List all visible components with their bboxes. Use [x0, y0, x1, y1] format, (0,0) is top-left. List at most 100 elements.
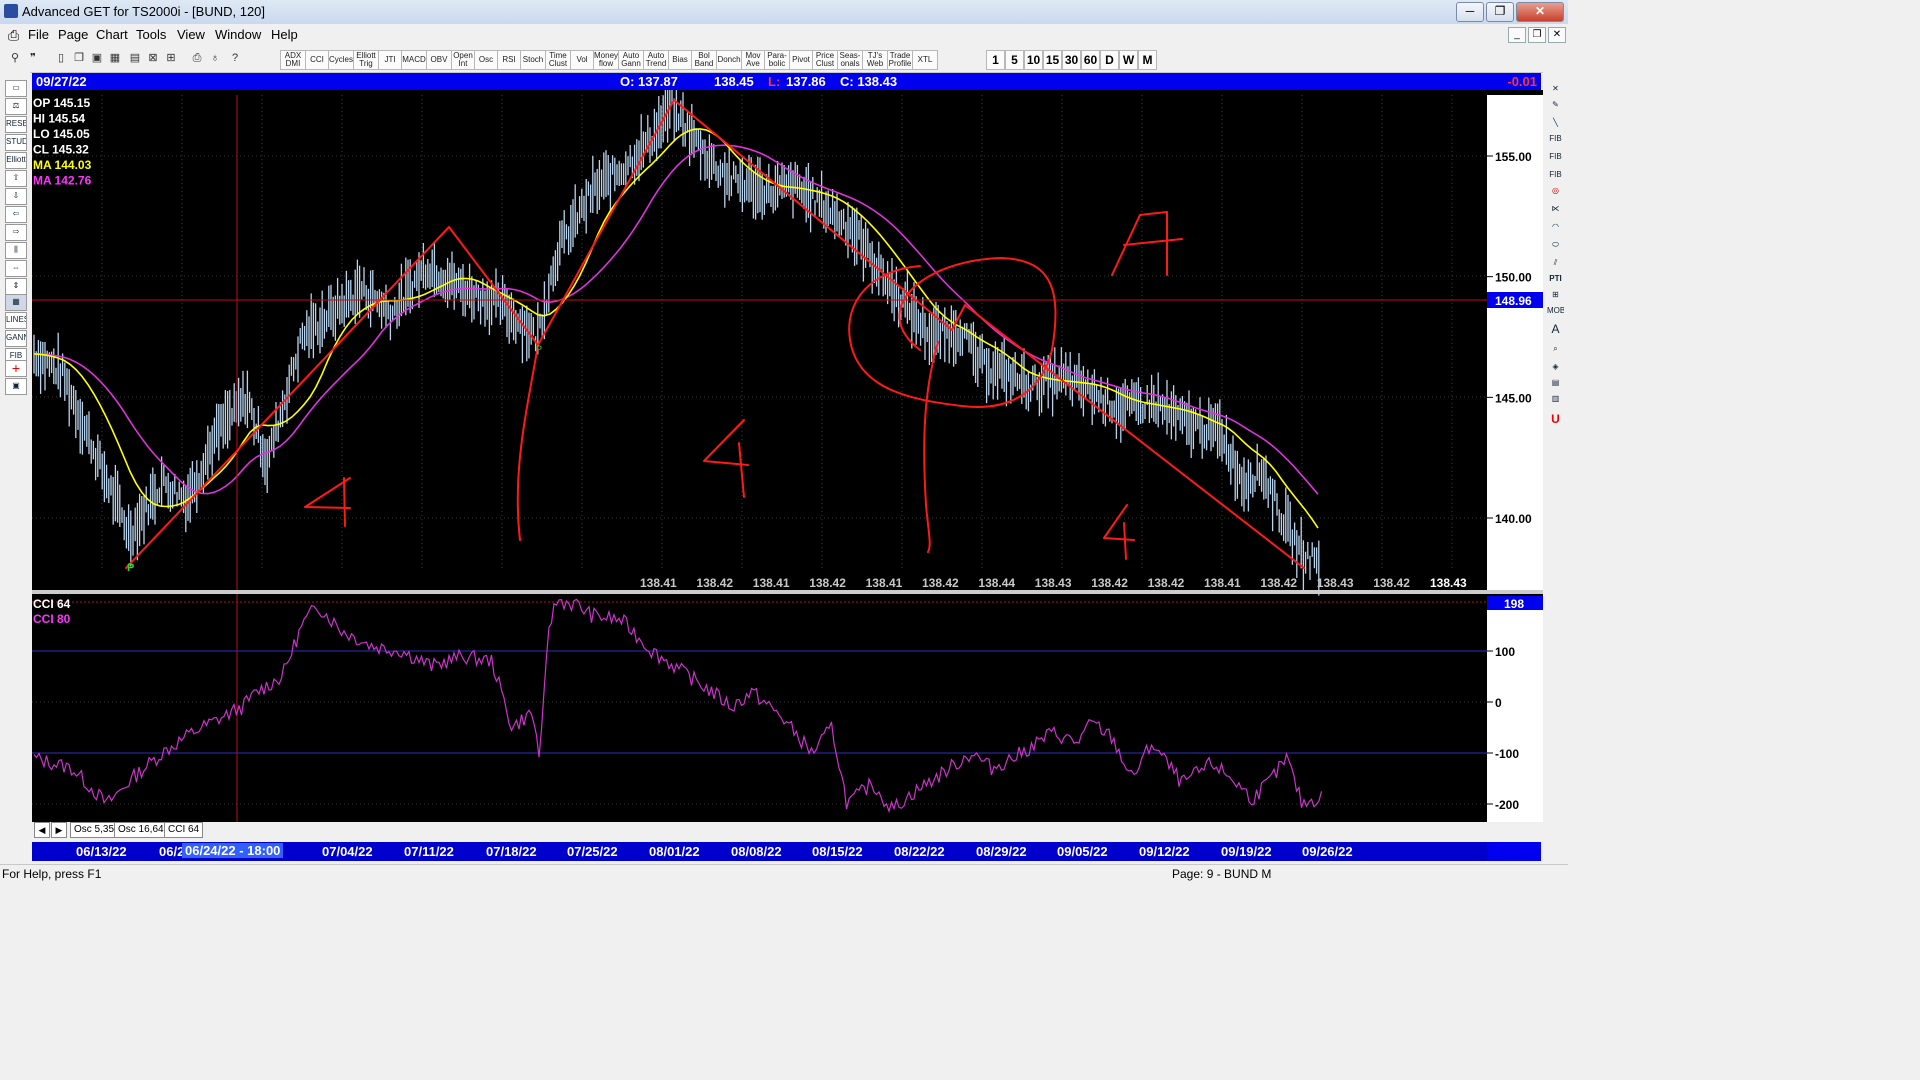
indicator-button-3[interactable]: Elliott Trig — [353, 50, 379, 70]
menu-tools[interactable]: Tools — [136, 27, 166, 42]
tab-osc-5-35[interactable]: Osc 5,35 — [70, 822, 119, 838]
menu-view[interactable]: View — [177, 27, 205, 42]
period-button-2[interactable]: 10 — [1024, 50, 1043, 70]
magnet-icon[interactable]: U — [1547, 412, 1564, 426]
scale-icon[interactable]: ⚖ — [5, 98, 27, 115]
arc-icon[interactable]: ◠ — [1547, 220, 1564, 234]
indicator-button-5[interactable]: MACD — [401, 50, 427, 70]
menu-help[interactable]: Help — [271, 27, 298, 42]
indicator-button-14[interactable]: Auto Gann — [618, 50, 644, 70]
period-button-0[interactable]: 1 — [986, 50, 1005, 70]
open-folder-icon[interactable]: ▭ — [5, 80, 27, 97]
arrow-down-icon[interactable]: ⇩ — [5, 188, 27, 205]
print-icon[interactable]: ⎙ — [190, 51, 204, 66]
period-button-7[interactable]: W — [1119, 50, 1138, 70]
indicator-button-8[interactable]: Osc — [474, 50, 498, 70]
cursor-box-icon[interactable]: ▦ — [5, 294, 27, 311]
indicator-button-12[interactable]: Vol — [570, 50, 594, 70]
mdi-close-button[interactable]: ✕ — [1548, 27, 1566, 43]
study-icon[interactable]: STUDY — [5, 134, 27, 151]
indicator-button-6[interactable]: OBV — [426, 50, 452, 70]
menu-window[interactable]: Window — [215, 27, 261, 42]
copy-icon[interactable]: ❐ — [72, 51, 86, 66]
elliott-icon[interactable]: Elliott — [5, 152, 27, 169]
indicator-button-11[interactable]: Time Clust — [545, 50, 571, 70]
line-tool-icon[interactable]: ╲ — [1547, 116, 1564, 130]
panel-separator[interactable] — [32, 590, 1543, 594]
text-tool-icon[interactable]: A — [1547, 322, 1564, 336]
delete-x-icon[interactable]: ✕ — [1547, 82, 1564, 96]
bars-icon[interactable]: ⫼ — [5, 242, 27, 259]
indicator-button-25[interactable]: Trade Profile — [887, 50, 913, 70]
mdi-restore-button[interactable]: ❐ — [1528, 27, 1546, 43]
indicator-button-7[interactable]: Open Int — [451, 50, 475, 70]
indicator-button-16[interactable]: Bias — [668, 50, 692, 70]
grid-tool-icon[interactable]: ⊞ — [1547, 288, 1564, 302]
indicator-button-2[interactable]: Cycles — [328, 50, 354, 70]
period-button-1[interactable]: 5 — [1005, 50, 1024, 70]
indicator-button-26[interactable]: XTL — [912, 50, 938, 70]
close-button[interactable]: ✕ — [1516, 2, 1564, 22]
period-button-4[interactable]: 30 — [1062, 50, 1081, 70]
lines-icon[interactable]: LINES — [5, 312, 27, 329]
channel-icon[interactable]: ⫽ — [1547, 256, 1564, 270]
tab-scroll-left-button[interactable]: ◀ — [34, 822, 50, 838]
ellipse-icon[interactable]: ⬭ — [1547, 238, 1564, 252]
new-page-icon[interactable]: ▯ — [54, 51, 68, 66]
paint-icon[interactable]: ◈ — [1547, 360, 1564, 374]
fan-icon[interactable]: ⋉ — [1547, 202, 1564, 216]
indicator-button-4[interactable]: JTI — [378, 50, 402, 70]
mdi-minimize-button[interactable]: _ — [1508, 27, 1526, 43]
crosshair-icon[interactable]: + — [5, 360, 27, 377]
indicator-button-10[interactable]: Stoch — [520, 50, 546, 70]
menu-page[interactable]: Page — [58, 27, 88, 42]
period-button-6[interactable]: D — [1100, 50, 1119, 70]
indicator-button-9[interactable]: RSI — [497, 50, 521, 70]
cross-icon[interactable]: ⊠ — [146, 51, 160, 66]
fib-time-icon[interactable]: FIB — [1547, 168, 1564, 182]
window-icon[interactable]: ▣ — [90, 51, 104, 66]
layout-icon[interactable]: ▦ — [108, 51, 122, 66]
snapshot-icon[interactable]: ▣ — [5, 378, 27, 395]
indicator-button-17[interactable]: Bol Band — [691, 50, 717, 70]
arrow-left-icon[interactable]: ⇦ — [5, 206, 27, 223]
tab-cci-64[interactable]: CCI 64 — [164, 822, 204, 838]
pin-icon[interactable]: ⚲ — [8, 51, 22, 66]
tile-icon[interactable]: ▤ — [128, 51, 142, 66]
indicator-button-20[interactable]: Para-bolic — [764, 50, 790, 70]
indicator-button-1[interactable]: CCI — [305, 50, 329, 70]
expand-horizontal-icon[interactable]: ⇔ — [5, 260, 27, 277]
calc-icon[interactable]: ▤ — [1547, 376, 1564, 390]
circle-tool-icon[interactable]: ◎ — [1547, 184, 1564, 198]
indicator-button-23[interactable]: Seas-onals — [837, 50, 863, 70]
bulb-icon[interactable]: ♁ — [208, 51, 222, 66]
maximize-button[interactable]: ❐ — [1486, 2, 1514, 22]
fib-ret-icon[interactable]: FIB — [1547, 132, 1564, 146]
menu-file[interactable]: File — [28, 27, 49, 42]
reset-icon[interactable]: RESET — [5, 116, 27, 133]
tab-scroll-right-button[interactable]: ▶ — [51, 822, 67, 838]
period-button-3[interactable]: 15 — [1043, 50, 1062, 70]
indicator-button-24[interactable]: TJ's Web — [862, 50, 888, 70]
page-icon[interactable]: ▥ — [1547, 392, 1564, 406]
chart-area[interactable]: P P OP 145.15 HI 145.54LO 145.05 CL 145.32… — [32, 90, 1543, 822]
pencil-icon[interactable]: ✎ — [1547, 98, 1564, 112]
tab-osc-16-64[interactable]: Osc 16,64 — [114, 822, 168, 838]
indicator-button-15[interactable]: Auto Trend — [643, 50, 669, 70]
indicator-button-22[interactable]: Price Clust — [812, 50, 838, 70]
gann-icon[interactable]: GANN — [5, 330, 27, 347]
indicator-button-0[interactable]: ADX DMI — [280, 50, 306, 70]
period-button-8[interactable]: M — [1138, 50, 1157, 70]
indicator-button-21[interactable]: Pivot — [789, 50, 813, 70]
arrow-right-icon[interactable]: ⇨ — [5, 224, 27, 241]
indicator-button-13[interactable]: Money flow — [593, 50, 619, 70]
help-pointer-icon[interactable]: ? — [228, 51, 242, 66]
arrow-up-icon[interactable]: ⇧ — [5, 170, 27, 187]
fib-ext-icon[interactable]: FIB — [1547, 150, 1564, 164]
period-button-5[interactable]: 60 — [1081, 50, 1100, 70]
menu-chart[interactable]: Chart — [96, 27, 128, 42]
pti-icon[interactable]: PTI — [1547, 272, 1564, 286]
expand-vertical-icon[interactable]: ⇕ — [5, 278, 27, 295]
grid-icon[interactable]: ⊞ — [164, 51, 178, 66]
indicator-button-19[interactable]: Mov Ave — [741, 50, 765, 70]
